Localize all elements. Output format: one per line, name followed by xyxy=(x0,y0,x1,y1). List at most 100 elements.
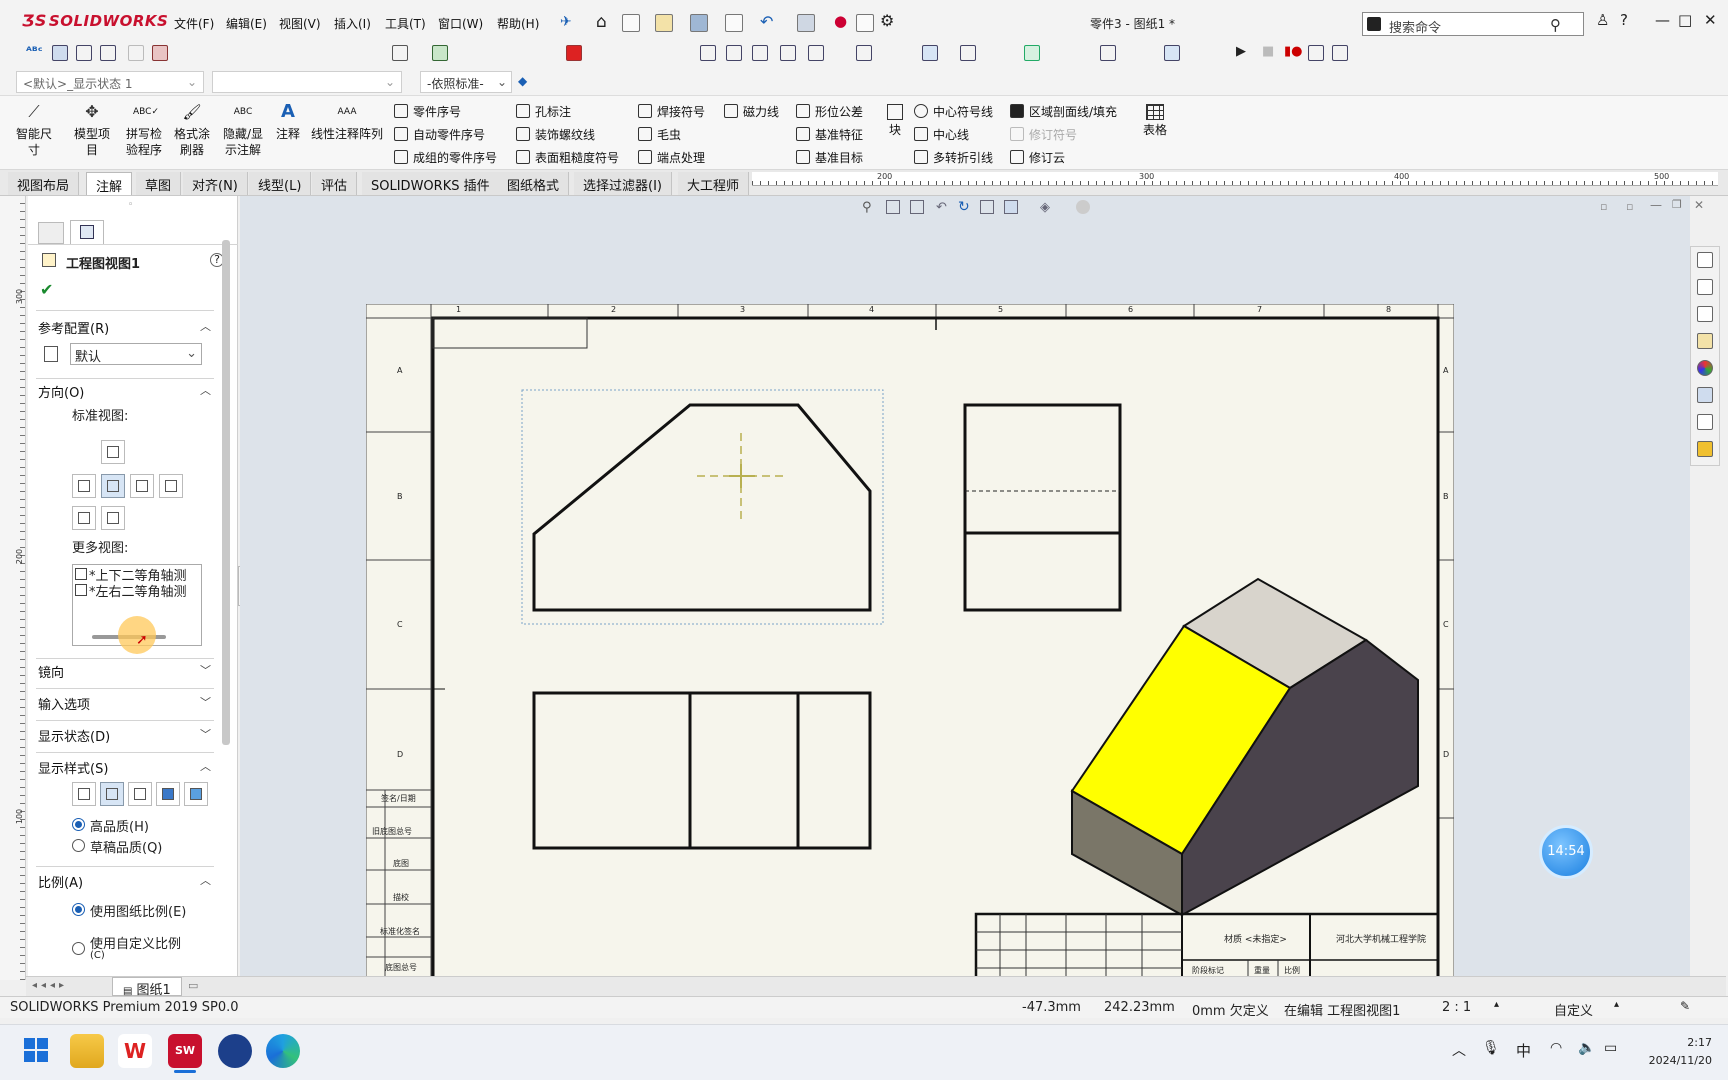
ref-config-select[interactable]: 默认 ⌄ xyxy=(70,343,202,365)
note-button[interactable]: A 注释 xyxy=(273,103,303,142)
top-view-button[interactable] xyxy=(101,440,125,464)
heads-up-section-icon[interactable] xyxy=(980,200,994,214)
tooltip-icon[interactable]: ✎ xyxy=(1680,999,1690,1013)
caterpillar-button[interactable]: 毛虫 xyxy=(638,126,681,143)
task-pane-properties-icon[interactable] xyxy=(1697,387,1713,403)
close-icon[interactable]: ✕ xyxy=(1704,11,1717,29)
wireframe-button[interactable] xyxy=(72,782,96,806)
cosmetic-thread-button[interactable]: 装饰螺纹线 xyxy=(516,126,595,143)
file-explorer-icon[interactable] xyxy=(70,1034,104,1068)
auto-balloon-button[interactable]: 自动零件序号 xyxy=(394,126,485,143)
shaded-button[interactable] xyxy=(184,782,208,806)
canvas-restore-icon[interactable]: ❐ xyxy=(1672,198,1682,211)
check-tool-icon[interactable] xyxy=(432,45,448,61)
heads-up-zoom-icon[interactable]: ⚲ xyxy=(862,200,872,215)
pm-scrollbar[interactable] xyxy=(222,240,230,745)
collapse-icon[interactable]: ︿ xyxy=(200,758,211,774)
tab-align[interactable]: 对齐(N) xyxy=(183,172,248,195)
ok-check-icon[interactable]: ✔ xyxy=(40,280,53,299)
heads-up-appearance-icon[interactable] xyxy=(1076,200,1090,214)
canvas-tile2-icon[interactable]: ▫ xyxy=(1626,200,1633,213)
restore-icon[interactable]: □ xyxy=(1678,11,1692,29)
task-pane-appearance-icon[interactable] xyxy=(1697,360,1713,376)
magnetic-line-button[interactable]: 磁力线 xyxy=(724,103,779,120)
menu-insert[interactable]: 插入(I) xyxy=(334,15,371,32)
pan-icon[interactable] xyxy=(780,45,796,61)
new-icon[interactable] xyxy=(622,14,640,32)
datum-target-button[interactable]: 基准目标 xyxy=(796,149,863,166)
menu-view[interactable]: 视图(V) xyxy=(279,15,321,32)
hidden-lines-visible-button[interactable] xyxy=(100,782,124,806)
sheet-nav-arrows[interactable]: ◂◂◂▸ xyxy=(32,980,68,991)
stacked-balloon-button[interactable]: 成组的零件序号 xyxy=(394,149,497,166)
import-options-header[interactable]: 输入选项 xyxy=(38,694,90,713)
search-commands-field[interactable]: 搜索命令 ⚲ xyxy=(1362,12,1584,36)
annotation-tool-icon[interactable] xyxy=(152,45,168,61)
mirror-header[interactable]: 镜向 xyxy=(38,662,64,681)
refresh-icon[interactable] xyxy=(1024,45,1040,61)
task-pane-resources-icon[interactable] xyxy=(1697,279,1713,295)
left-view-button[interactable] xyxy=(72,474,96,498)
collapse-icon[interactable]: ︿ xyxy=(200,382,211,398)
bottom-view-button[interactable] xyxy=(101,506,125,530)
save-icon[interactable] xyxy=(690,14,708,32)
expand-icon[interactable]: ﹀ xyxy=(200,694,211,710)
clock-date[interactable]: 2024/11/20 xyxy=(1636,1054,1712,1067)
display-state-header[interactable]: 显示状态(D) xyxy=(38,726,110,745)
hidden-lines-icon[interactable] xyxy=(1164,45,1180,61)
menu-tools[interactable]: 工具(T) xyxy=(385,15,426,32)
canvas-tile-icon[interactable]: ▫ xyxy=(1600,200,1607,213)
tab-sheet-format[interactable]: 图纸格式 xyxy=(498,172,570,195)
user-icon[interactable]: ♙ xyxy=(1596,11,1609,29)
expand-icon[interactable]: ﹀ xyxy=(200,726,211,742)
tab-line-format[interactable]: 线型(L) xyxy=(249,172,312,195)
tab-annotation[interactable]: 注解 xyxy=(86,172,133,195)
center-mark-button[interactable]: 中心符号线 xyxy=(914,103,993,120)
heads-up-zoom-fit-icon[interactable] xyxy=(886,200,900,214)
display-state-combo[interactable]: <默认>_显示状态 1 ⌄ xyxy=(16,71,204,93)
geometric-tolerance-button[interactable]: 形位公差 xyxy=(796,103,863,120)
home-icon[interactable]: ⌂ xyxy=(596,12,607,32)
task-pane-explorer-icon[interactable] xyxy=(1697,333,1713,349)
front-view-button[interactable] xyxy=(101,474,125,498)
empty-combo[interactable]: ⌄ xyxy=(212,71,402,93)
tab-da-gongchengshi[interactable]: 大工程师 xyxy=(678,172,750,195)
checkbox-trimetric-left[interactable] xyxy=(75,584,87,596)
datum-feature-button[interactable]: 基准特征 xyxy=(796,126,863,143)
high-quality-radio[interactable] xyxy=(72,818,85,831)
menu-file[interactable]: 文件(F) xyxy=(174,15,214,32)
area-hatch-button[interactable]: 区域剖面线/填充 xyxy=(1010,103,1117,120)
revision-cloud-button[interactable]: 修订云 xyxy=(1010,149,1065,166)
rotate-view-icon[interactable] xyxy=(100,45,116,61)
tab-selection-filter[interactable]: 选择过滤器(I) xyxy=(574,172,672,195)
edge-browser-icon[interactable] xyxy=(266,1034,300,1068)
shaded-edges-button[interactable] xyxy=(156,782,180,806)
menu-edit[interactable]: 编辑(E) xyxy=(226,15,267,32)
zoom-area-icon[interactable] xyxy=(76,45,92,61)
sheet-tab-sheet1[interactable]: ▤ 图纸1 xyxy=(112,977,182,998)
file-properties-icon[interactable] xyxy=(856,14,874,32)
standard-combo[interactable]: -依照标准- ⌄ xyxy=(420,71,512,93)
back-view-button[interactable] xyxy=(159,474,183,498)
pin-icon[interactable]: ✈ xyxy=(560,14,572,30)
tab-sketch[interactable]: 草图 xyxy=(136,172,182,195)
open-icon[interactable] xyxy=(655,14,673,32)
tab-view-layout[interactable]: 视图布局 xyxy=(8,172,80,195)
drawing-sheet[interactable] xyxy=(366,304,1454,978)
centerline-button[interactable]: 中心线 xyxy=(914,126,969,143)
search-icon[interactable]: ⚲ xyxy=(1550,16,1561,34)
display-style-icon[interactable] xyxy=(856,45,872,61)
right-view-button[interactable] xyxy=(130,474,154,498)
task-pane-library-icon[interactable] xyxy=(1697,306,1713,322)
splitter-grip-icon[interactable]: ◦ xyxy=(128,200,133,210)
recording-timer-badge[interactable]: 14:54 xyxy=(1539,825,1593,879)
minimize-icon[interactable]: — xyxy=(1655,11,1670,29)
sketch-tool-icon[interactable] xyxy=(392,45,408,61)
tray-chevron-icon[interactable]: ︿ xyxy=(1452,1040,1466,1060)
table-button[interactable]: 表格 xyxy=(1142,104,1168,138)
windows-start-icon[interactable] xyxy=(24,1038,48,1062)
orientation-header[interactable]: 方向(O) xyxy=(38,382,84,401)
heads-up-rotate-icon[interactable]: ↻ xyxy=(958,199,970,215)
help-icon[interactable]: ? xyxy=(1620,11,1628,29)
battery-icon[interactable]: ▭ xyxy=(1604,1040,1617,1056)
